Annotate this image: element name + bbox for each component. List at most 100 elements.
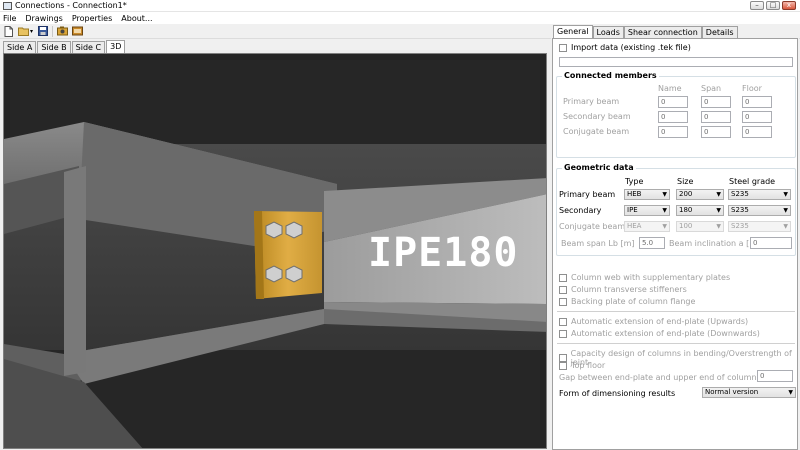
conjugate-beam-label: Conjugate beam bbox=[563, 127, 630, 136]
web-plates-checkbox[interactable] bbox=[559, 273, 567, 282]
gap-label: Gap between end-plate and upper end of c… bbox=[559, 373, 781, 382]
secondary-size-select[interactable]: 180 ▼ bbox=[676, 205, 724, 216]
top-floor-checkbox[interactable] bbox=[559, 361, 567, 370]
tab-side-a[interactable]: Side A bbox=[3, 41, 37, 53]
header-name: Name bbox=[658, 84, 682, 93]
chevron-down-icon: ▼ bbox=[783, 207, 788, 214]
backing-plate-label: Backing plate of column flange bbox=[571, 297, 696, 306]
close-button[interactable]: x bbox=[782, 1, 796, 10]
conjugate-type-value: HEA bbox=[627, 222, 642, 230]
secondary-floor-field[interactable]: 0 bbox=[742, 111, 772, 123]
properties-panel: General Loads Shear connection Details I… bbox=[551, 24, 799, 450]
minimize-button[interactable]: – bbox=[750, 1, 764, 10]
3d-viewport[interactable]: IPE180 bbox=[3, 53, 547, 449]
connected-members-group: Connected members Name Span Floor Primar… bbox=[556, 71, 796, 158]
panel-tabs: General Loads Shear connection Details bbox=[553, 25, 738, 38]
menu-drawings[interactable]: Drawings bbox=[25, 14, 62, 23]
conjugate-grade-select[interactable]: S235 ▼ bbox=[728, 221, 791, 232]
stiffeners-checkbox[interactable] bbox=[559, 285, 567, 294]
chevron-down-icon: ▼ bbox=[662, 191, 667, 198]
extension-up-checkbox[interactable] bbox=[559, 317, 567, 326]
primary-floor-field[interactable]: 0 bbox=[742, 96, 772, 108]
section-divider bbox=[557, 343, 795, 344]
open-folder-icon[interactable] bbox=[18, 26, 29, 37]
header-steel-grade: Steel grade bbox=[729, 177, 776, 186]
option-extension-up[interactable]: Automatic extension of end-plate (Upward… bbox=[559, 317, 748, 326]
form-dimensioning-select[interactable]: Normal version ▼ bbox=[702, 387, 796, 398]
export-icon[interactable] bbox=[72, 26, 84, 37]
beam-inclination-field[interactable]: 0 bbox=[750, 237, 792, 249]
tab-side-b[interactable]: Side B bbox=[37, 41, 71, 53]
conjugate-type-select[interactable]: HEA ▼ bbox=[624, 221, 670, 232]
import-label: Import data (existing .tek file) bbox=[571, 43, 691, 52]
primary-name-field[interactable]: 0 bbox=[658, 96, 688, 108]
tab-loads[interactable]: Loads bbox=[592, 26, 624, 38]
option-top-floor[interactable]: Top floor bbox=[559, 361, 605, 370]
conjugate-span-field[interactable]: 0 bbox=[701, 126, 731, 138]
menu-properties[interactable]: Properties bbox=[72, 14, 112, 23]
secondary-span-field[interactable]: 0 bbox=[701, 111, 731, 123]
conjugate-floor-field[interactable]: 0 bbox=[742, 126, 772, 138]
option-transverse-stiffeners[interactable]: Column transverse stiffeners bbox=[559, 285, 687, 294]
geo-secondary-label: Secondary bbox=[559, 206, 602, 215]
primary-size-value: 200 bbox=[679, 190, 693, 198]
header-type: Type bbox=[625, 177, 644, 186]
geo-conjugate-label: Conjugate beam bbox=[559, 222, 626, 231]
backing-plate-checkbox[interactable] bbox=[559, 297, 567, 306]
secondary-name-field[interactable]: 0 bbox=[658, 111, 688, 123]
chevron-down-icon: ▼ bbox=[716, 207, 721, 214]
primary-size-select[interactable]: 200 ▼ bbox=[676, 189, 724, 200]
extension-down-checkbox[interactable] bbox=[559, 329, 567, 338]
option-extension-down[interactable]: Automatic extension of end-plate (Downwa… bbox=[559, 329, 760, 338]
toolbar-separator bbox=[52, 25, 54, 37]
form-dimensioning-label: Form of dimensioning results bbox=[559, 389, 676, 398]
import-checkbox[interactable] bbox=[559, 43, 567, 52]
new-file-icon[interactable] bbox=[3, 25, 14, 37]
beam-span-field[interactable]: 5.0 bbox=[639, 237, 665, 249]
conjugate-name-field[interactable]: 0 bbox=[658, 126, 688, 138]
import-path-field[interactable] bbox=[559, 57, 793, 67]
tab-shear-connection[interactable]: Shear connection bbox=[623, 26, 702, 38]
option-backing-plate[interactable]: Backing plate of column flange bbox=[559, 297, 695, 306]
secondary-beam-label: Secondary beam bbox=[563, 112, 631, 121]
primary-span-field[interactable]: 0 bbox=[701, 96, 731, 108]
camera-icon[interactable] bbox=[57, 26, 69, 37]
stiffeners-label: Column transverse stiffeners bbox=[571, 285, 687, 294]
beam-size-label: IPE180 bbox=[368, 230, 519, 276]
connected-members-title: Connected members bbox=[562, 71, 659, 80]
tab-details[interactable]: Details bbox=[701, 26, 738, 38]
menu-about[interactable]: About... bbox=[121, 14, 152, 23]
gap-field[interactable]: 0 bbox=[757, 370, 793, 382]
tab-general[interactable]: General bbox=[553, 25, 593, 38]
secondary-size-value: 180 bbox=[679, 206, 693, 214]
tab-side-c[interactable]: Side C bbox=[71, 41, 106, 53]
save-icon[interactable] bbox=[37, 26, 48, 37]
conjugate-grade-value: S235 bbox=[731, 222, 749, 230]
extension-down-label: Automatic extension of end-plate (Downwa… bbox=[571, 329, 760, 338]
open-dropdown-icon[interactable]: ▾ bbox=[30, 28, 33, 35]
header-size: Size bbox=[677, 177, 694, 186]
geometric-data-group: Geometric data Type Size Steel grade Pri… bbox=[556, 163, 796, 256]
menu-file[interactable]: File bbox=[3, 14, 16, 23]
conjugate-size-select[interactable]: 100 ▼ bbox=[676, 221, 724, 232]
chevron-down-icon: ▼ bbox=[788, 389, 793, 396]
primary-type-select[interactable]: HEB ▼ bbox=[624, 189, 670, 200]
section-divider bbox=[557, 311, 795, 312]
tab-3d[interactable]: 3D bbox=[106, 40, 126, 53]
secondary-grade-select[interactable]: S235 ▼ bbox=[728, 205, 791, 216]
conjugate-size-value: 100 bbox=[679, 222, 693, 230]
option-web-plates[interactable]: Column web with supplementary plates bbox=[559, 273, 730, 282]
primary-grade-select[interactable]: S235 ▼ bbox=[728, 189, 791, 200]
chevron-down-icon: ▼ bbox=[662, 223, 667, 230]
chevron-down-icon: ▼ bbox=[783, 223, 788, 230]
secondary-type-select[interactable]: IPE ▼ bbox=[624, 205, 670, 216]
chevron-down-icon: ▼ bbox=[783, 191, 788, 198]
maximize-button[interactable]: □ bbox=[766, 1, 780, 10]
chevron-down-icon: ▼ bbox=[716, 191, 721, 198]
primary-grade-value: S235 bbox=[731, 190, 749, 198]
secondary-grade-value: S235 bbox=[731, 206, 749, 214]
header-floor: Floor bbox=[742, 84, 762, 93]
view-tabs: Side A Side B Side C 3D bbox=[3, 40, 126, 53]
import-row: Import data (existing .tek file) bbox=[559, 43, 691, 52]
general-tab-body: Import data (existing .tek file) Connect… bbox=[552, 38, 798, 450]
